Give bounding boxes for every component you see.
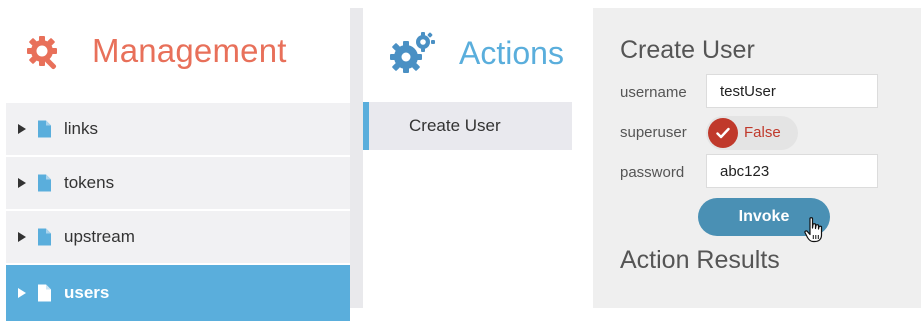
username-field[interactable] [706, 74, 878, 108]
actions-gears-icon [390, 32, 435, 73]
actions-panel: Actions Create User [363, 0, 593, 308]
management-item-tokens[interactable]: tokens [6, 157, 350, 209]
panel-title: Create User [620, 36, 755, 64]
file-icon [38, 284, 51, 302]
hand-pointer-icon [804, 217, 823, 243]
file-icon [38, 174, 51, 192]
check-icon [716, 127, 730, 139]
management-panel: Management links tokens upstream users [0, 0, 350, 321]
create-user-panel: Create User username superuser False pas… [593, 8, 921, 308]
expand-arrow-icon[interactable] [18, 232, 26, 242]
file-icon [38, 228, 51, 246]
management-item-label: tokens [64, 173, 115, 192]
expand-arrow-icon[interactable] [18, 288, 26, 298]
toggle-value-label: False [744, 124, 781, 141]
management-item-upstream[interactable]: upstream [6, 211, 350, 263]
superuser-label: superuser [620, 124, 687, 141]
expand-arrow-icon[interactable] [18, 124, 26, 134]
management-item-users[interactable]: users [6, 265, 350, 321]
toggle-knob[interactable] [708, 118, 738, 148]
actions-title: Actions [459, 35, 564, 71]
management-item-links[interactable]: links [6, 103, 350, 155]
action-results-title: Action Results [620, 246, 780, 274]
management-gear-icon [27, 36, 57, 70]
superuser-toggle[interactable]: False [706, 116, 798, 150]
column-divider [350, 8, 363, 308]
action-item-create-user[interactable]: Create User [363, 102, 572, 150]
file-icon [38, 120, 51, 138]
expand-arrow-icon[interactable] [18, 178, 26, 188]
management-list: links tokens upstream users [6, 103, 350, 323]
password-field[interactable] [706, 154, 878, 188]
management-item-label: upstream [64, 227, 135, 246]
management-title: Management [92, 32, 287, 69]
action-item-label: Create User [409, 116, 501, 135]
username-label: username [620, 84, 687, 101]
management-item-label: users [64, 283, 110, 302]
management-item-label: links [64, 119, 99, 138]
password-label: password [620, 164, 685, 181]
